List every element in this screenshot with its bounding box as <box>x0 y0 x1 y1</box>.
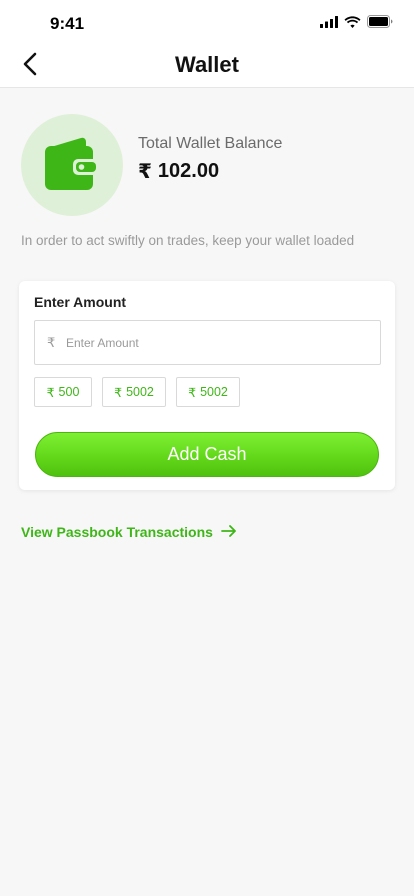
nav-bar: Wallet <box>0 44 414 88</box>
currency-prefix: ₹ <box>47 334 56 350</box>
wallet-icon <box>43 135 101 196</box>
chip-value: 5002 <box>200 385 228 399</box>
wallet-hint: In order to act swiftly on trades, keep … <box>21 233 355 248</box>
quick-amount-chip[interactable]: ₹ 500 <box>34 377 92 407</box>
battery-icon <box>367 15 394 33</box>
status-icons <box>320 15 394 33</box>
quick-amounts: ₹ 500 ₹ 5002 ₹ 5002 <box>34 377 240 407</box>
balance-amount: 102.00 <box>157 160 220 182</box>
wifi-icon <box>344 15 361 33</box>
add-cash-button[interactable]: Add Cash <box>35 432 379 477</box>
enter-amount-label: Enter Amount <box>34 294 127 310</box>
passbook-link-label: View Passbook Transactions <box>21 524 213 540</box>
chip-value: 500 <box>58 385 80 399</box>
quick-amount-chip[interactable]: ₹ 5002 <box>102 377 166 407</box>
status-bar: 9:41 <box>0 0 414 44</box>
wallet-avatar <box>21 114 123 216</box>
currency-symbol: ₹ <box>138 161 152 183</box>
amount-field[interactable]: ₹ <box>34 320 381 365</box>
chip-value: 5002 <box>126 385 154 399</box>
quick-amount-chip[interactable]: ₹ 5002 <box>176 377 240 407</box>
amount-card: Enter Amount ₹ ₹ 500 ₹ 5002 ₹ 5002 Add C… <box>19 281 395 490</box>
page-title: Wallet <box>175 52 239 77</box>
amount-input[interactable] <box>66 335 380 350</box>
currency-symbol: ₹ <box>46 385 55 400</box>
currency-symbol: ₹ <box>114 385 123 400</box>
signal-icon <box>320 15 338 33</box>
currency-symbol: ₹ <box>188 385 197 400</box>
status-time: 9:41 <box>50 14 85 33</box>
arrow-right-icon <box>221 524 237 540</box>
view-passbook-link[interactable]: View Passbook Transactions <box>21 524 237 540</box>
balance-value: ₹ 102.00 <box>138 159 219 184</box>
balance-label: Total Wallet Balance <box>138 135 283 152</box>
